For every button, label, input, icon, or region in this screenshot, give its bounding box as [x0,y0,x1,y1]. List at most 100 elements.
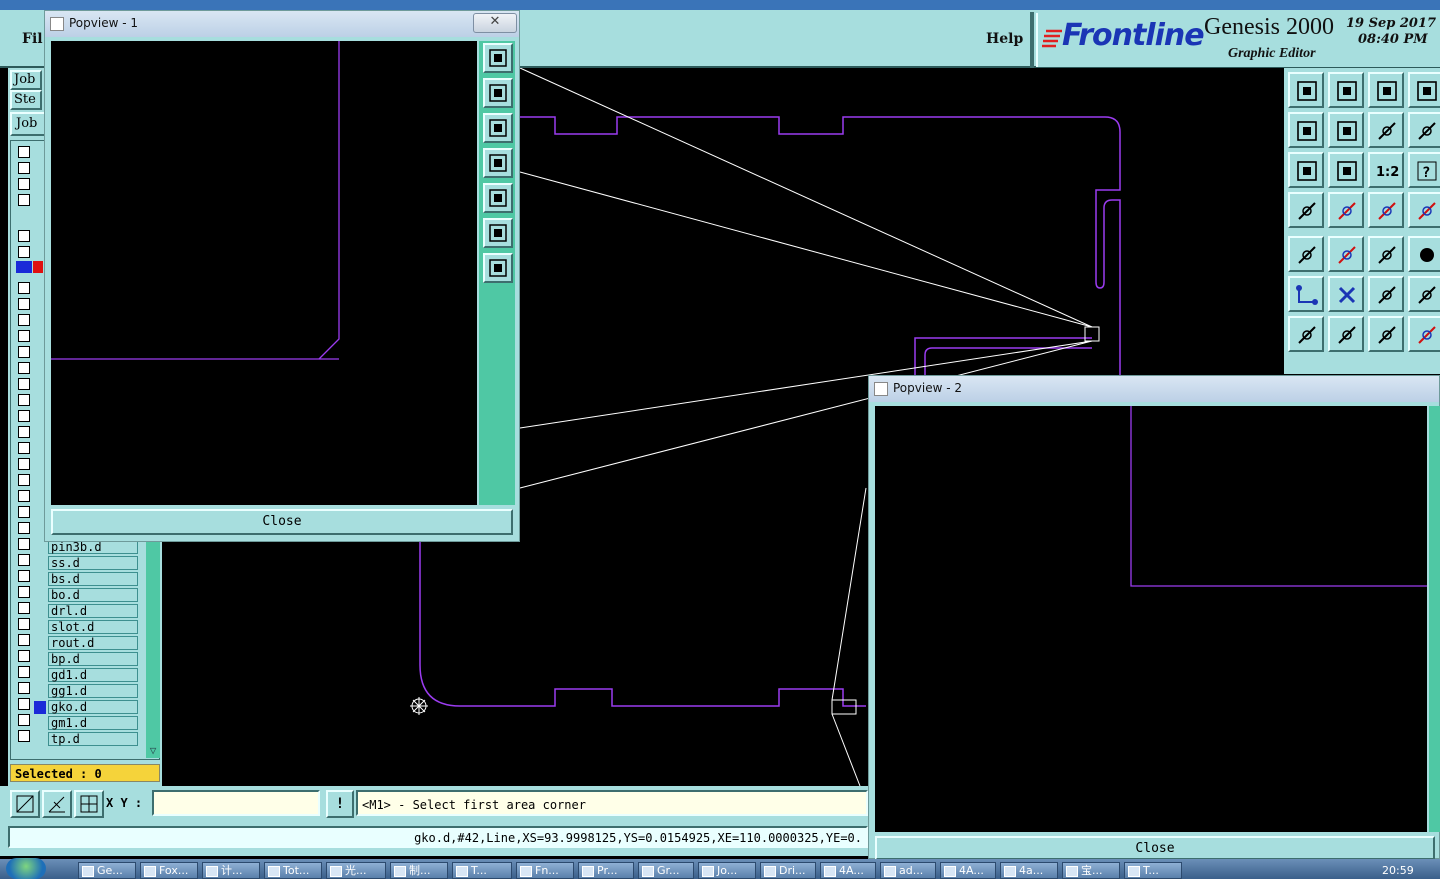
layer-name[interactable]: slot.d [48,620,138,634]
popview-2-canvas[interactable] [875,406,1427,832]
tool-button[interactable] [1288,236,1324,272]
layer-checkbox[interactable] [18,162,30,174]
layer-checkbox[interactable] [18,330,30,342]
layer-checkbox[interactable] [18,246,30,258]
layer-name[interactable]: bp.d [48,652,138,666]
tool-button[interactable] [1328,192,1364,228]
layer-checkbox[interactable] [18,730,30,742]
layer-checkbox[interactable] [18,618,30,630]
popview-1-tool-button[interactable] [483,78,513,108]
taskbar-item[interactable]: 宝... [1062,862,1120,879]
popview-1-tool-button[interactable] [483,253,513,283]
taskbar-item[interactable]: Tot... [264,862,322,879]
tool-button[interactable] [1288,112,1324,148]
taskbar-item[interactable]: 计... [202,862,260,879]
layer-checkbox[interactable] [18,362,30,374]
taskbar-item[interactable]: 4A... [820,862,876,879]
layer-checkbox[interactable] [18,394,30,406]
tool-button[interactable] [1408,276,1440,312]
taskbar-item[interactable]: Pr... [578,862,634,879]
layer-checkbox[interactable] [18,570,30,582]
tool-button[interactable] [1328,72,1364,108]
popview-1-close-x-button[interactable]: ✕ [473,13,517,33]
layer-checkbox[interactable] [18,474,30,486]
popview-1-tool-button[interactable] [483,183,513,213]
xy-input[interactable] [152,790,320,816]
tool-button[interactable] [1368,276,1404,312]
layer-name[interactable]: tp.d [48,732,138,746]
popview-1-titlebar[interactable]: Popview - 1 [45,11,519,37]
tool-button[interactable] [1288,276,1324,312]
taskbar-item[interactable]: 4A... [940,862,996,879]
menu-file[interactable]: Fil [22,31,43,47]
taskbar-item[interactable]: 光... [326,862,386,879]
layer-checkbox[interactable] [18,346,30,358]
grid-mode-button[interactable] [74,790,104,818]
taskbar-item[interactable]: Dri... [760,862,816,879]
popview-1-tool-button[interactable] [483,43,513,73]
snap-mode-button[interactable] [10,790,40,818]
tool-button[interactable] [1328,276,1364,312]
layer-name[interactable]: gg1.d [48,684,138,698]
tool-button[interactable] [1288,316,1324,352]
taskbar-item[interactable]: T... [1124,862,1182,879]
taskbar-item[interactable]: Fox... [140,862,198,879]
layer-checkbox[interactable] [18,426,30,438]
tool-button[interactable] [1328,236,1364,272]
layer-checkbox[interactable] [18,314,30,326]
layer-checkbox[interactable] [18,506,30,518]
layer-checkbox[interactable] [18,298,30,310]
taskbar-item[interactable]: T... [452,862,512,879]
layer-checkbox[interactable] [18,490,30,502]
layer-checkbox[interactable] [18,194,30,206]
tool-button[interactable] [1368,112,1404,148]
menu-help[interactable]: Help [986,31,1023,47]
tool-button[interactable] [1408,316,1440,352]
tool-button[interactable] [1288,192,1324,228]
layer-checkbox[interactable] [18,586,30,598]
layer-checkbox[interactable] [18,682,30,694]
layer-name[interactable]: gd1.d [48,668,138,682]
tool-button[interactable] [1328,112,1364,148]
layer-checkbox[interactable] [18,178,30,190]
layer-name[interactable]: drl.d [48,604,138,618]
tool-button[interactable] [1328,316,1364,352]
popview-1-close-button[interactable]: Close [51,509,513,535]
layer-checkbox[interactable] [18,146,30,158]
popview-1-tool-button[interactable] [483,218,513,248]
layer-name[interactable]: bo.d [48,588,138,602]
layer-name[interactable]: ss.d [48,556,138,570]
layer-checkbox[interactable] [18,522,30,534]
tool-button[interactable]: ? [1408,152,1440,188]
tool-button[interactable] [1288,152,1324,188]
layer-name[interactable]: bs.d [48,572,138,586]
layer-checkbox[interactable] [18,666,30,678]
tool-button[interactable] [1288,72,1324,108]
layer-checkbox[interactable] [18,378,30,390]
layer-checkbox[interactable] [18,538,30,550]
layer-name[interactable]: gm1.d [48,716,138,730]
taskbar-item[interactable]: Ge... [78,862,136,879]
taskbar-item[interactable]: Jo... [698,862,756,879]
alert-button[interactable]: ! [326,790,354,818]
tool-button[interactable] [1408,72,1440,108]
tool-button[interactable] [1368,192,1404,228]
scroll-down-icon[interactable]: ▽ [146,744,160,758]
layer-checkbox[interactable] [18,410,30,422]
tool-button[interactable] [1408,192,1440,228]
layer-checkbox[interactable] [18,634,30,646]
taskbar-item[interactable]: 制... [390,862,448,879]
tool-button[interactable] [1368,236,1404,272]
layer-checkbox[interactable] [18,698,30,710]
measure-mode-button[interactable] [42,790,72,818]
taskbar-item[interactable]: 4a... [1000,862,1058,879]
job-button[interactable]: Job [10,112,46,136]
start-button[interactable] [6,858,46,879]
taskbar-item[interactable]: ad... [880,862,936,879]
tool-button[interactable] [1328,152,1364,188]
layer-name[interactable]: pin3b.d [48,540,138,554]
layer-checkbox[interactable] [18,602,30,614]
layer-checkbox[interactable] [18,442,30,454]
tool-button[interactable]: 1:2 [1368,152,1404,188]
popview-1-canvas[interactable] [51,41,477,505]
